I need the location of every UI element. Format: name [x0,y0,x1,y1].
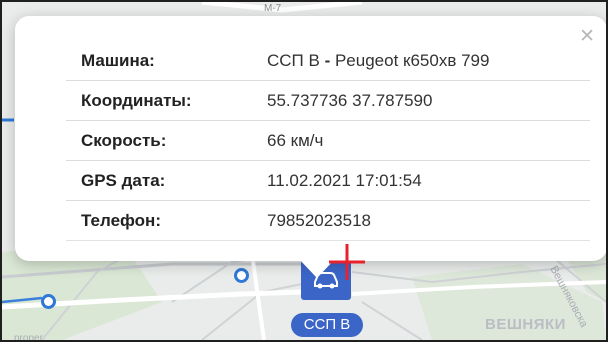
map-frame: M-7 Вешняковска ВЕШНЯКИ proper ССП В ✕ М… [0,0,608,342]
table-row: Телефон: 79852023518 [66,200,590,241]
vehicle-value-cell: ССП В - Peugeot к650хв 799 [267,41,590,81]
district-label: ВЕШНЯКИ [485,316,566,333]
phone-label-cell: Телефон: [66,200,267,241]
speed-value-cell: 66 км/ч [267,120,590,161]
metro-station-icon[interactable] [234,268,249,283]
speed-label-cell: Скорость: [66,120,267,161]
table-row: GPS дата: 11.02.2021 17:01:54 [66,160,590,201]
road-label: M-7 [264,3,282,14]
phone-value-cell: 79852023518 [267,200,590,241]
coordinates-label-cell: Координаты: [66,80,267,121]
gps-date-value-cell: 11.02.2021 17:01:54 [267,160,590,201]
value-separator: - [319,50,335,70]
table-row: Координаты: 55.737736 37.787590 [66,80,590,121]
vehicle-label[interactable]: ССП В [291,313,363,337]
gps-date-label-cell: GPS дата: [66,160,267,201]
vehicle-group: ССП В [267,50,320,70]
vehicle-label-cell: Машина: [66,41,267,81]
map-edge-label: proper [14,333,43,342]
metro-station-icon[interactable] [41,294,56,309]
vehicle-model-plate: Peugeot к650хв 799 [334,50,490,70]
crosshair-icon [329,244,365,280]
vehicle-info-popup: ✕ Машина: ССП В - Peugeot к650хв 799 Коо… [15,16,606,261]
table-row: Машина: ССП В - Peugeot к650хв 799 [66,41,590,81]
vehicle-info-table: Машина: ССП В - Peugeot к650хв 799 Коорд… [66,41,590,241]
table-row: Скорость: 66 км/ч [66,120,590,161]
coordinates-value-cell: 55.737736 37.787590 [267,80,590,121]
